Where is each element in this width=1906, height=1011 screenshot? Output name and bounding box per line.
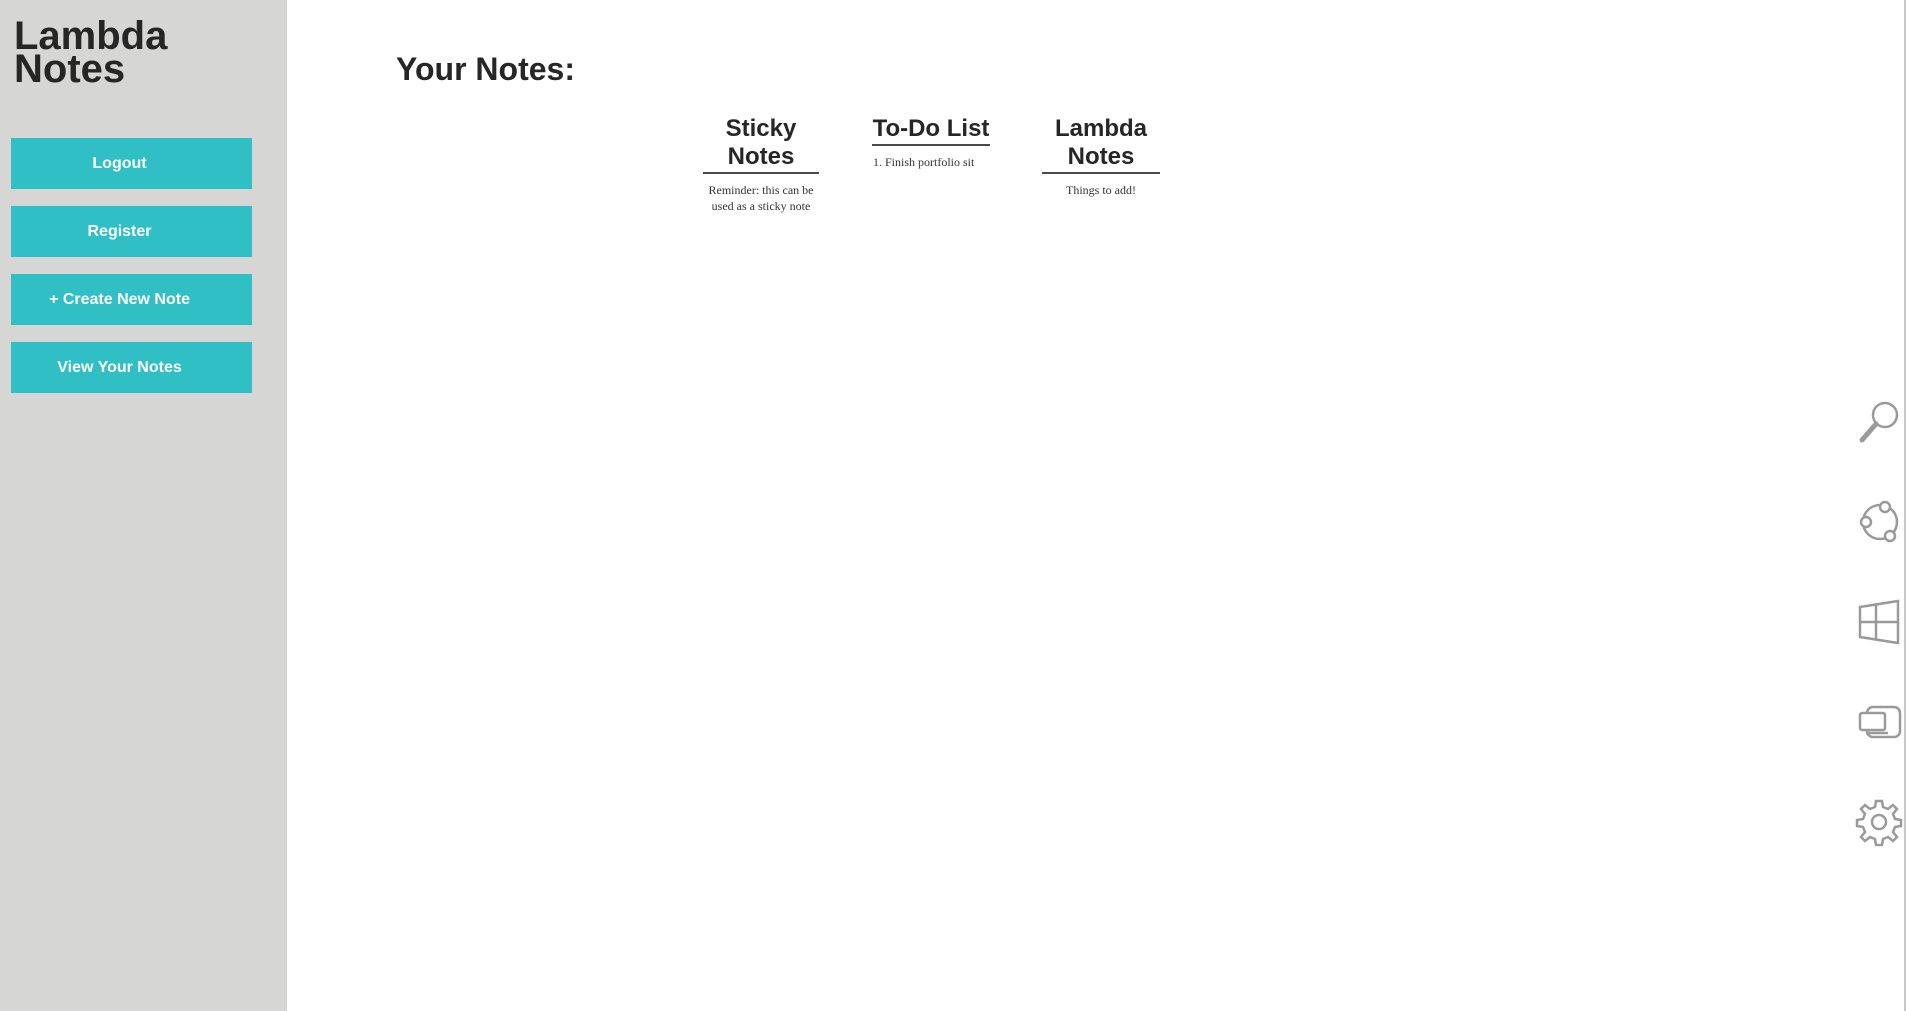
windows-start-icon[interactable] <box>1854 597 1904 647</box>
logout-button[interactable]: Logout <box>11 138 252 189</box>
app-window: Lambda Notes Logout Register + Create Ne… <box>0 0 1906 1011</box>
create-new-note-button[interactable]: + Create New Note <box>11 274 252 325</box>
note-title: Sticky Notes <box>703 115 819 174</box>
note-card-sticky-notes[interactable]: Sticky Notes Reminder: this can be used … <box>700 115 822 214</box>
search-icon[interactable] <box>1854 397 1904 447</box>
page-title: Your Notes: <box>396 51 575 87</box>
main-content: Your Notes: Sticky Notes Reminder: this … <box>287 0 1906 1011</box>
note-title: To-Do List <box>872 115 990 146</box>
view-your-notes-button[interactable]: View Your Notes <box>11 342 252 393</box>
note-card-lambda-notes[interactable]: Lambda Notes Things to add! <box>1040 115 1162 198</box>
register-button[interactable]: Register <box>11 206 252 257</box>
sidebar: Lambda Notes Logout Register + Create Ne… <box>0 0 287 1011</box>
settings-gear-icon[interactable] <box>1854 797 1904 847</box>
note-preview: 1. Finish portfolio sit <box>873 155 975 169</box>
note-preview: Things to add! <box>1066 183 1136 197</box>
note-title: Lambda Notes <box>1042 115 1160 174</box>
charms-bar <box>1848 0 1906 1011</box>
note-card-to-do-list[interactable]: To-Do List 1. Finish portfolio sit <box>870 115 992 170</box>
share-icon[interactable] <box>1854 497 1904 547</box>
note-preview: Reminder: this can be used as a sticky n… <box>708 183 814 213</box>
devices-icon[interactable] <box>1854 697 1904 747</box>
app-title: Lambda Notes <box>14 14 168 91</box>
